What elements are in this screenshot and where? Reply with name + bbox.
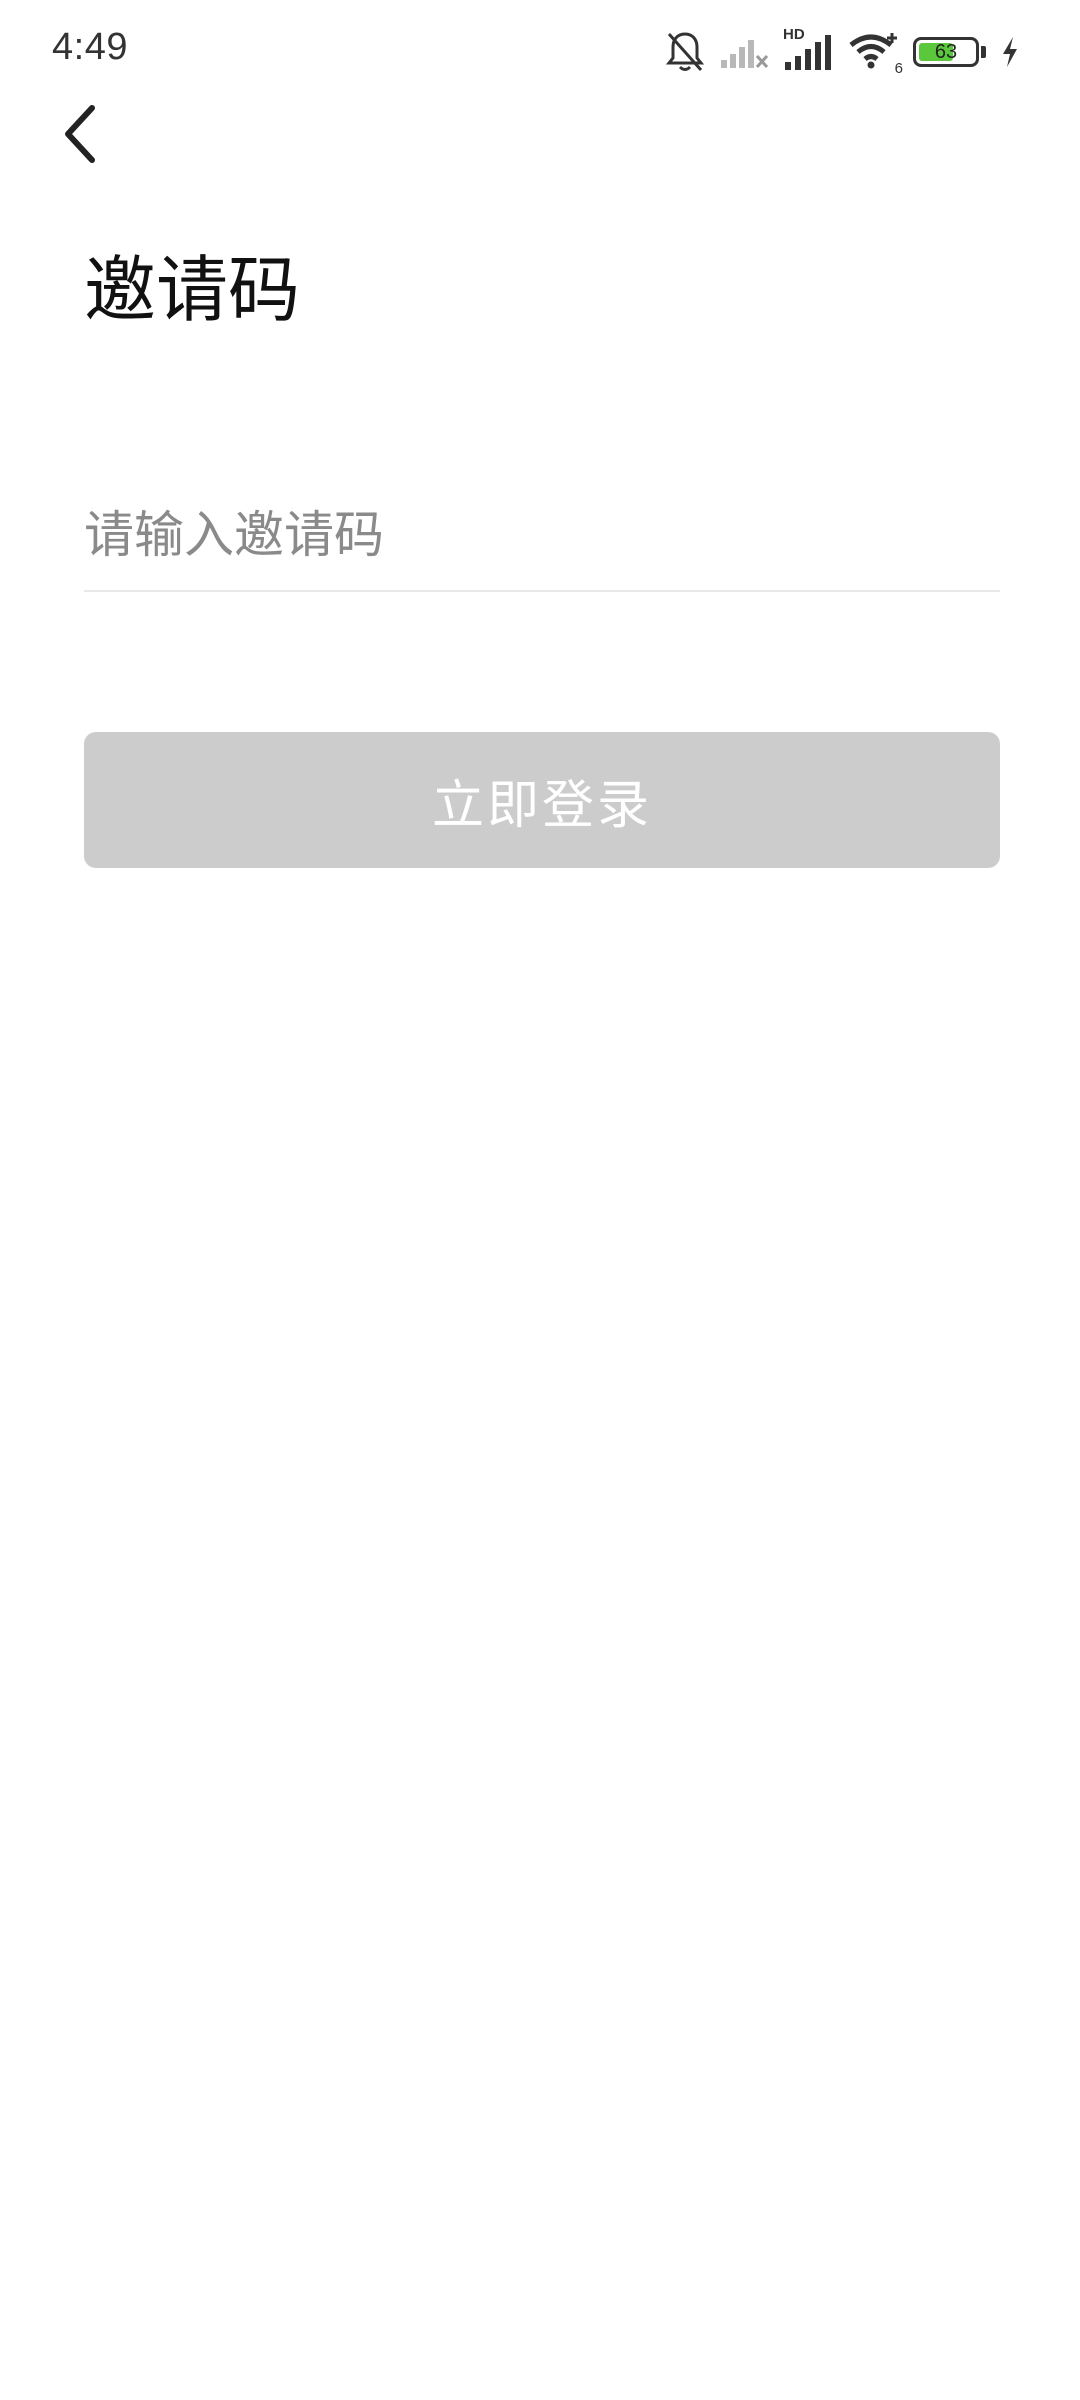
status-icons: HD 6 63 [665,26,1020,78]
battery-cap [981,46,986,58]
login-button[interactable]: 立即登录 [84,732,1000,868]
page-title: 邀请码 [84,248,301,332]
wifi-label: 6 [894,60,903,77]
wifi-icon: 6 [847,31,903,77]
status-bar: 4:49 HD 6 63 [0,0,1080,100]
cellular-signal-empty-icon [719,34,769,70]
battery-percent: 63 [934,41,958,63]
bell-off-icon [665,30,705,74]
battery-icon: 63 [913,37,979,67]
chevron-left-icon [58,102,102,170]
charging-icon [1000,36,1020,68]
status-time: 4:49 [52,26,128,68]
invite-code-field [84,480,1000,592]
back-button[interactable] [44,100,116,172]
hd-signal-icon: HD [783,26,833,72]
invite-code-input[interactable] [84,480,1000,590]
